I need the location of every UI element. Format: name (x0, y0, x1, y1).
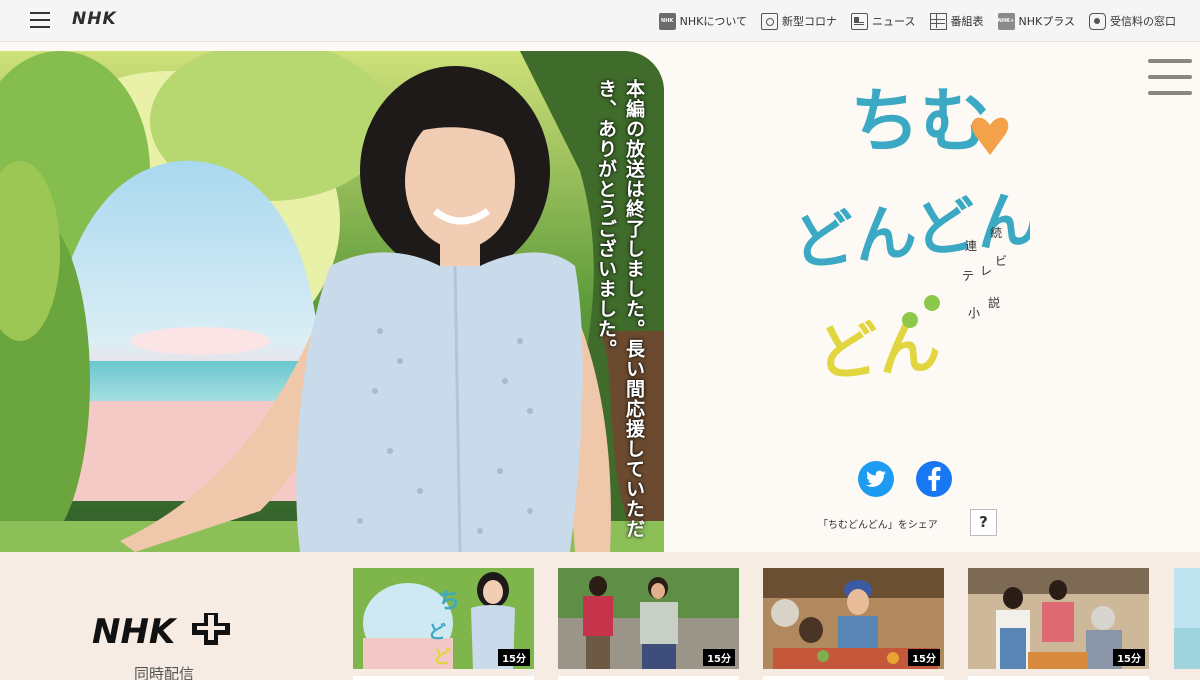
nav-label: NHKプラス (1018, 15, 1076, 28)
twitter-icon (866, 470, 886, 487)
chimudondon-title-logo[interactable]: ちむ どんどん どん 連 続 テ レ ビ 小 説 (790, 65, 1030, 425)
episode-caption-3 (763, 676, 944, 680)
title-line3: どん (814, 308, 943, 389)
top-nav: NHK NHKについて 新型コロナ ニュース 番組表 NHK+ NHKプラス 受信料… (658, 0, 1176, 42)
nav-nhk-about[interactable]: NHK NHKについて (658, 12, 748, 30)
nav-news[interactable]: ニュース (851, 12, 916, 30)
nhk-plus-logo-text: NHK (92, 612, 178, 649)
nhk-about-icon: NHK (658, 12, 676, 30)
hero-illustration (0, 51, 664, 552)
share-help-button[interactable]: ? (970, 509, 997, 536)
nav-corona[interactable]: 新型コロナ (761, 12, 838, 30)
facebook-share-button[interactable] (916, 461, 952, 497)
episode-thumbnail-1[interactable]: ち ど ど 15分 (353, 568, 534, 669)
hamburger-menu-icon[interactable] (30, 12, 50, 28)
nhk-logo[interactable]: NHK (72, 9, 117, 29)
episode-caption-1 (353, 676, 534, 680)
twitter-share-button[interactable] (858, 461, 894, 497)
duration-badge: 15分 (1113, 649, 1145, 666)
nhk-plus-icon: NHK+ (997, 12, 1015, 30)
svg-text:ど: ど (428, 622, 446, 643)
series-label-6: 小 (968, 306, 980, 320)
nav-label: ニュース (872, 15, 916, 28)
nav-program-guide[interactable]: 番組表 (929, 12, 984, 30)
hero-key-visual[interactable]: 本編の放送は終了しました。長い間応援していただき、ありがとうございました。 (0, 51, 664, 552)
nhkplus-strip: NHK 同時配信 ち ど ど 15分 15分 15分 15分 (0, 552, 1200, 680)
episode-caption-4 (968, 676, 1149, 680)
nav-reception-fee[interactable]: 受信料の窓口 (1089, 12, 1176, 30)
nav-nhk-plus[interactable]: NHK+ NHKプラス (997, 12, 1076, 30)
series-label-2: 続 (990, 226, 1002, 240)
nav-label: 番組表 (950, 15, 984, 28)
facebook-icon (928, 467, 941, 491)
duration-badge: 15分 (703, 649, 735, 666)
episode-thumbnail-3[interactable]: 15分 (763, 568, 944, 669)
hero-section: 本編の放送は終了しました。長い間応援していただき、ありがとうございました。 ちむ… (0, 43, 1200, 552)
share-label: 「ちむどんどん」をシェア (818, 520, 938, 531)
series-label-7: 説 (988, 295, 1000, 310)
corona-icon (761, 12, 779, 30)
side-menu-icon[interactable] (1148, 59, 1192, 97)
episode-caption-2 (558, 676, 739, 680)
duration-badge: 15分 (498, 649, 530, 666)
series-label-5: ビ (995, 254, 1007, 268)
svg-text:ど: ど (433, 647, 451, 668)
top-header: NHK NHK NHKについて 新型コロナ ニュース 番組表 NHK+ NHKプラス… (0, 0, 1200, 42)
series-label-4: レ (980, 264, 992, 278)
series-label-1: 連 (965, 239, 977, 253)
news-icon (851, 12, 869, 30)
broadcast-end-message: 本編の放送は終了しました。長い間応援していただき、ありがとうございました。 (595, 79, 645, 539)
nav-label: 新型コロナ (782, 15, 838, 28)
simulcast-label: 同時配信 (134, 665, 195, 680)
episode-thumbnail-2[interactable]: 15分 (558, 568, 739, 669)
share-buttons (858, 461, 952, 497)
nav-label: 受信料の窓口 (1110, 15, 1176, 28)
nhk-plus-logo[interactable]: NHK (92, 609, 242, 653)
title-line1: ちむ (850, 80, 990, 162)
episode-thumbnail-5[interactable] (1174, 568, 1200, 669)
duration-badge: 15分 (908, 649, 940, 666)
reception-fee-icon (1089, 12, 1106, 30)
series-label-3: テ (962, 269, 974, 283)
svg-text:ち: ち (438, 589, 460, 614)
program-guide-icon (929, 12, 947, 30)
episode-thumbnail-4[interactable]: 15分 (968, 568, 1149, 669)
nav-label: NHKについて (679, 15, 748, 28)
